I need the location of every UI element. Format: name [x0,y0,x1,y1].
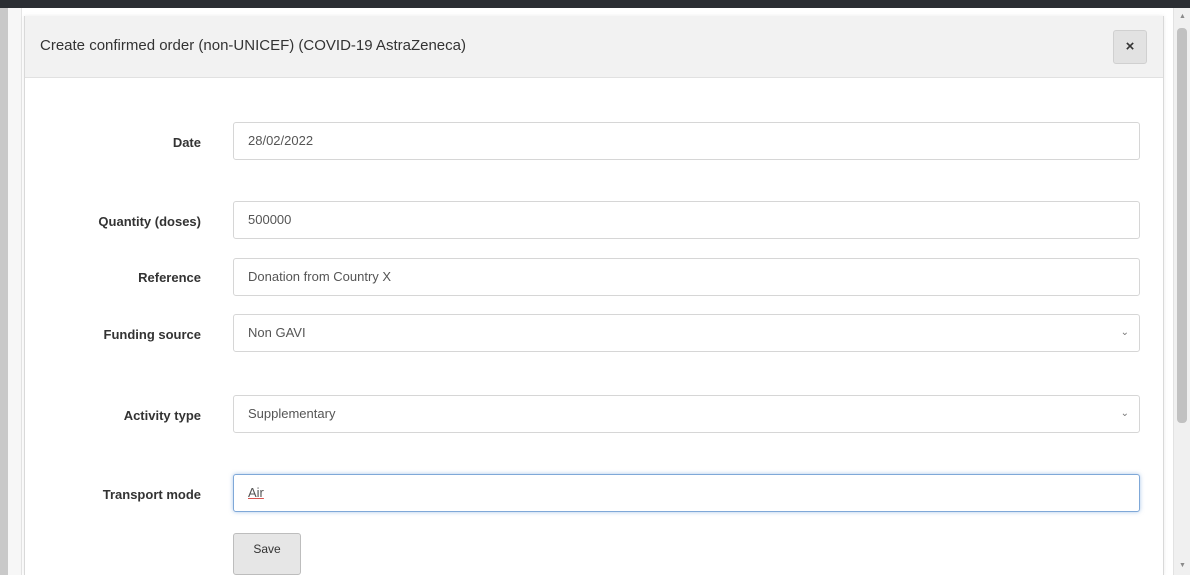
date-label: Date [172,135,201,150]
funding-source-select[interactable]: Non GAVI ⌄ [233,314,1140,352]
save-button-label: Save [253,542,281,556]
activity-type-label: Activity type [123,408,201,423]
window-top-bar [0,0,1190,8]
date-input[interactable]: 28/02/2022 [233,122,1140,160]
close-button[interactable]: × [1113,30,1147,64]
background-page-strip [8,8,22,575]
date-value: 28/02/2022 [248,133,314,148]
close-icon: × [1125,38,1135,55]
transport-mode-input[interactable]: Air [233,474,1140,512]
funding-source-label: Funding source [103,327,202,342]
chevron-down-icon: ⌄ [1120,408,1129,419]
create-order-modal: Create confirmed order (non-UNICEF) (COV… [24,16,1164,575]
reference-label: Reference [138,270,201,285]
modal-title: Create confirmed order (non-UNICEF) (COV… [40,37,466,54]
funding-source-value: Non GAVI [248,325,306,340]
quantity-label: Quantity (doses) [98,214,201,229]
transport-mode-label: Transport mode [102,487,201,502]
scroll-down-arrow-icon[interactable]: ▼ [1174,559,1190,573]
background-left-edge [0,8,8,575]
chevron-down-icon: ⌄ [1120,327,1129,338]
activity-type-select[interactable]: Supplementary ⌄ [233,395,1140,433]
modal-header: Create confirmed order (non-UNICEF) (COV… [25,16,1163,78]
reference-value: Donation from Country X [248,269,392,284]
vertical-scrollbar[interactable]: ▲ ▼ [1173,8,1190,575]
quantity-input[interactable]: 500000 [233,201,1140,239]
transport-mode-value: Air [248,485,264,500]
scrollbar-thumb[interactable] [1177,28,1187,423]
quantity-value: 500000 [248,212,292,227]
activity-type-value: Supplementary [248,406,336,421]
save-button[interactable]: Save [233,533,301,575]
reference-input[interactable]: Donation from Country X [233,258,1140,296]
scroll-up-arrow-icon[interactable]: ▲ [1174,10,1190,24]
